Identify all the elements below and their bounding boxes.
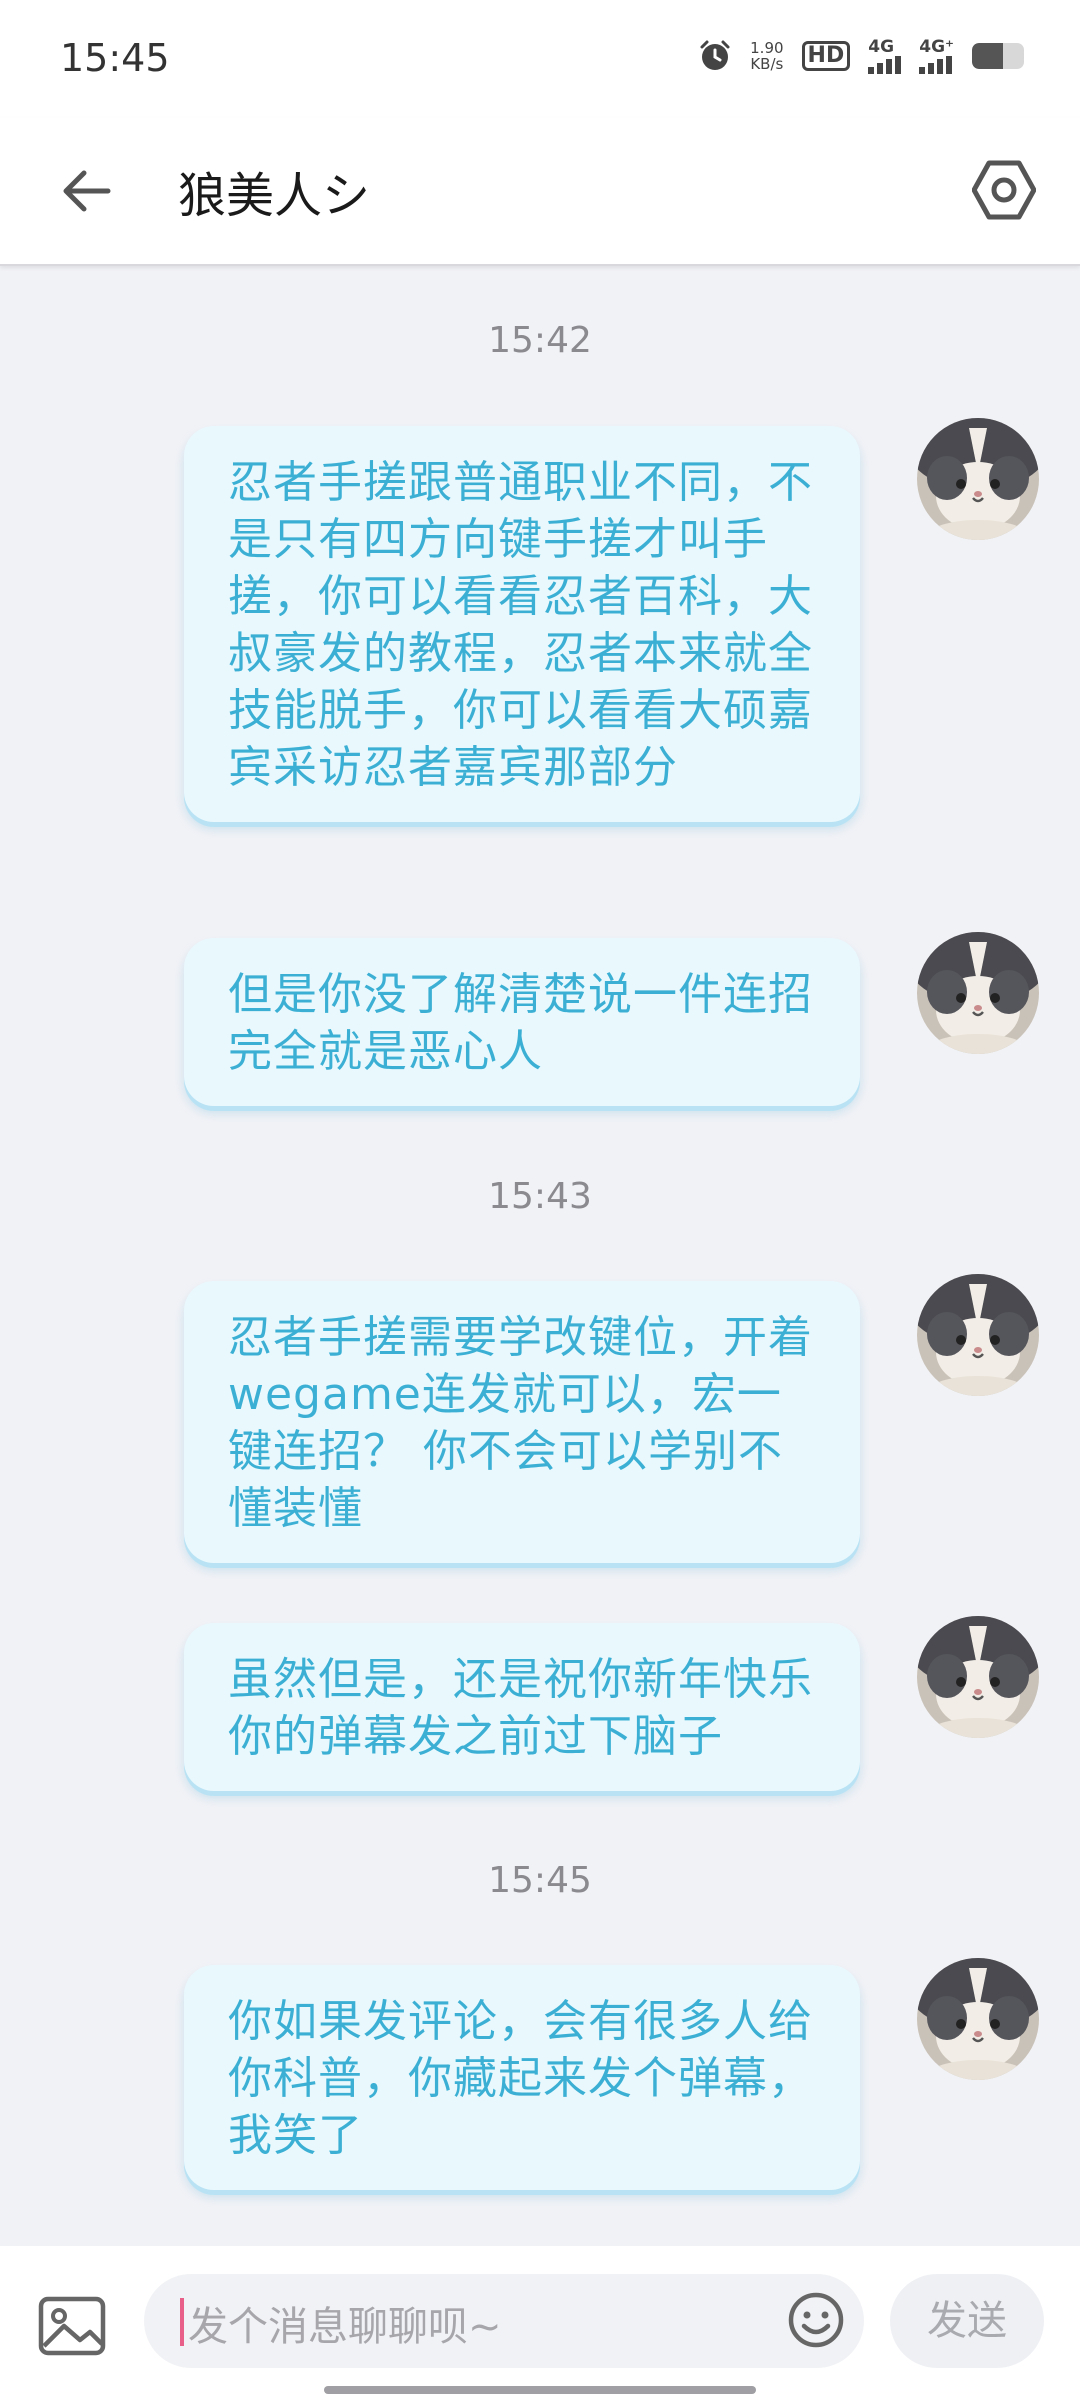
status-time: 15:45 (60, 36, 170, 80)
chat-header: 狼美人シ (0, 118, 1080, 266)
settings-button[interactable] (962, 148, 1046, 232)
avatar[interactable] (917, 418, 1039, 540)
battery-icon (972, 43, 1024, 69)
arrow-left-icon (63, 170, 111, 212)
signal-bars-icon (919, 56, 953, 74)
avatar[interactable] (917, 932, 1039, 1054)
battery-level-fill (972, 43, 1004, 69)
image-icon (38, 2296, 106, 2356)
cat-avatar-image (917, 932, 1039, 1054)
back-button[interactable] (48, 153, 124, 229)
input-bar: 发个消息聊聊呗~ 发送 (0, 2246, 1080, 2400)
avatar[interactable] (917, 1274, 1039, 1396)
emoji-icon (788, 2292, 844, 2348)
hd-voice-icon: HD (801, 41, 851, 71)
hexagon-gear-icon (972, 160, 1036, 220)
avatar[interactable] (917, 1958, 1039, 2080)
network-speed-value: 1.90 (750, 39, 784, 57)
signal-sim2-icon: 4G⁺ (919, 38, 954, 74)
signal-sim1-icon: 4G (868, 37, 902, 74)
message-input-placeholder: 发个消息聊聊呗~ (188, 2304, 502, 2350)
cat-avatar-image (917, 1616, 1039, 1738)
home-indicator[interactable] (324, 2386, 756, 2394)
message-bubble[interactable]: 虽然但是，还是祝你新年快乐 你的弹幕发之前过下脑子 (184, 1623, 860, 1791)
image-button[interactable] (36, 2290, 108, 2362)
message-timestamp: 15:45 (488, 1860, 592, 1901)
message-bubble[interactable]: 但是你没了解清楚说一件连招 完全就是恶心人 (184, 938, 860, 1106)
chat-title: 狼美人シ (178, 168, 371, 224)
message-timestamp: 15:42 (488, 320, 592, 361)
message-bubble[interactable]: 你如果发评论，会有很多人给你科普，你藏起来发个弹幕，我笑了 (184, 1965, 860, 2190)
status-icons: 1.90 KB/s HD 4G 4G⁺ (698, 38, 1024, 74)
emoji-button[interactable] (786, 2290, 846, 2350)
message-bubble[interactable]: 忍者手搓跟普通职业不同，不是只有四方向键手搓才叫手搓，你可以看看忍者百科，大叔豪… (184, 426, 860, 822)
cat-avatar-image (917, 1958, 1039, 2080)
cat-avatar-image (917, 1274, 1039, 1396)
message-input[interactable]: 发个消息聊聊呗~ (144, 2274, 864, 2368)
sim1-network-label: 4G (868, 37, 895, 57)
message-bubble[interactable]: 忍者手搓需要学改键位，开着wegame连发就可以，宏一键连招？ 你不会可以学别不… (184, 1281, 860, 1563)
send-button[interactable]: 发送 (890, 2274, 1044, 2368)
signal-bars-icon (868, 56, 902, 74)
sim2-network-label: 4G⁺ (919, 37, 954, 57)
avatar[interactable] (917, 1616, 1039, 1738)
text-caret (180, 2298, 184, 2346)
status-bar: 15:45 1.90 KB/s HD 4G 4G⁺ (0, 0, 1080, 118)
cat-avatar-image (917, 418, 1039, 540)
alarm-icon (700, 40, 730, 70)
message-timestamp: 15:43 (488, 1176, 592, 1217)
network-speed-unit: KB/s (750, 55, 784, 73)
network-speed: 1.90 KB/s (750, 40, 783, 72)
